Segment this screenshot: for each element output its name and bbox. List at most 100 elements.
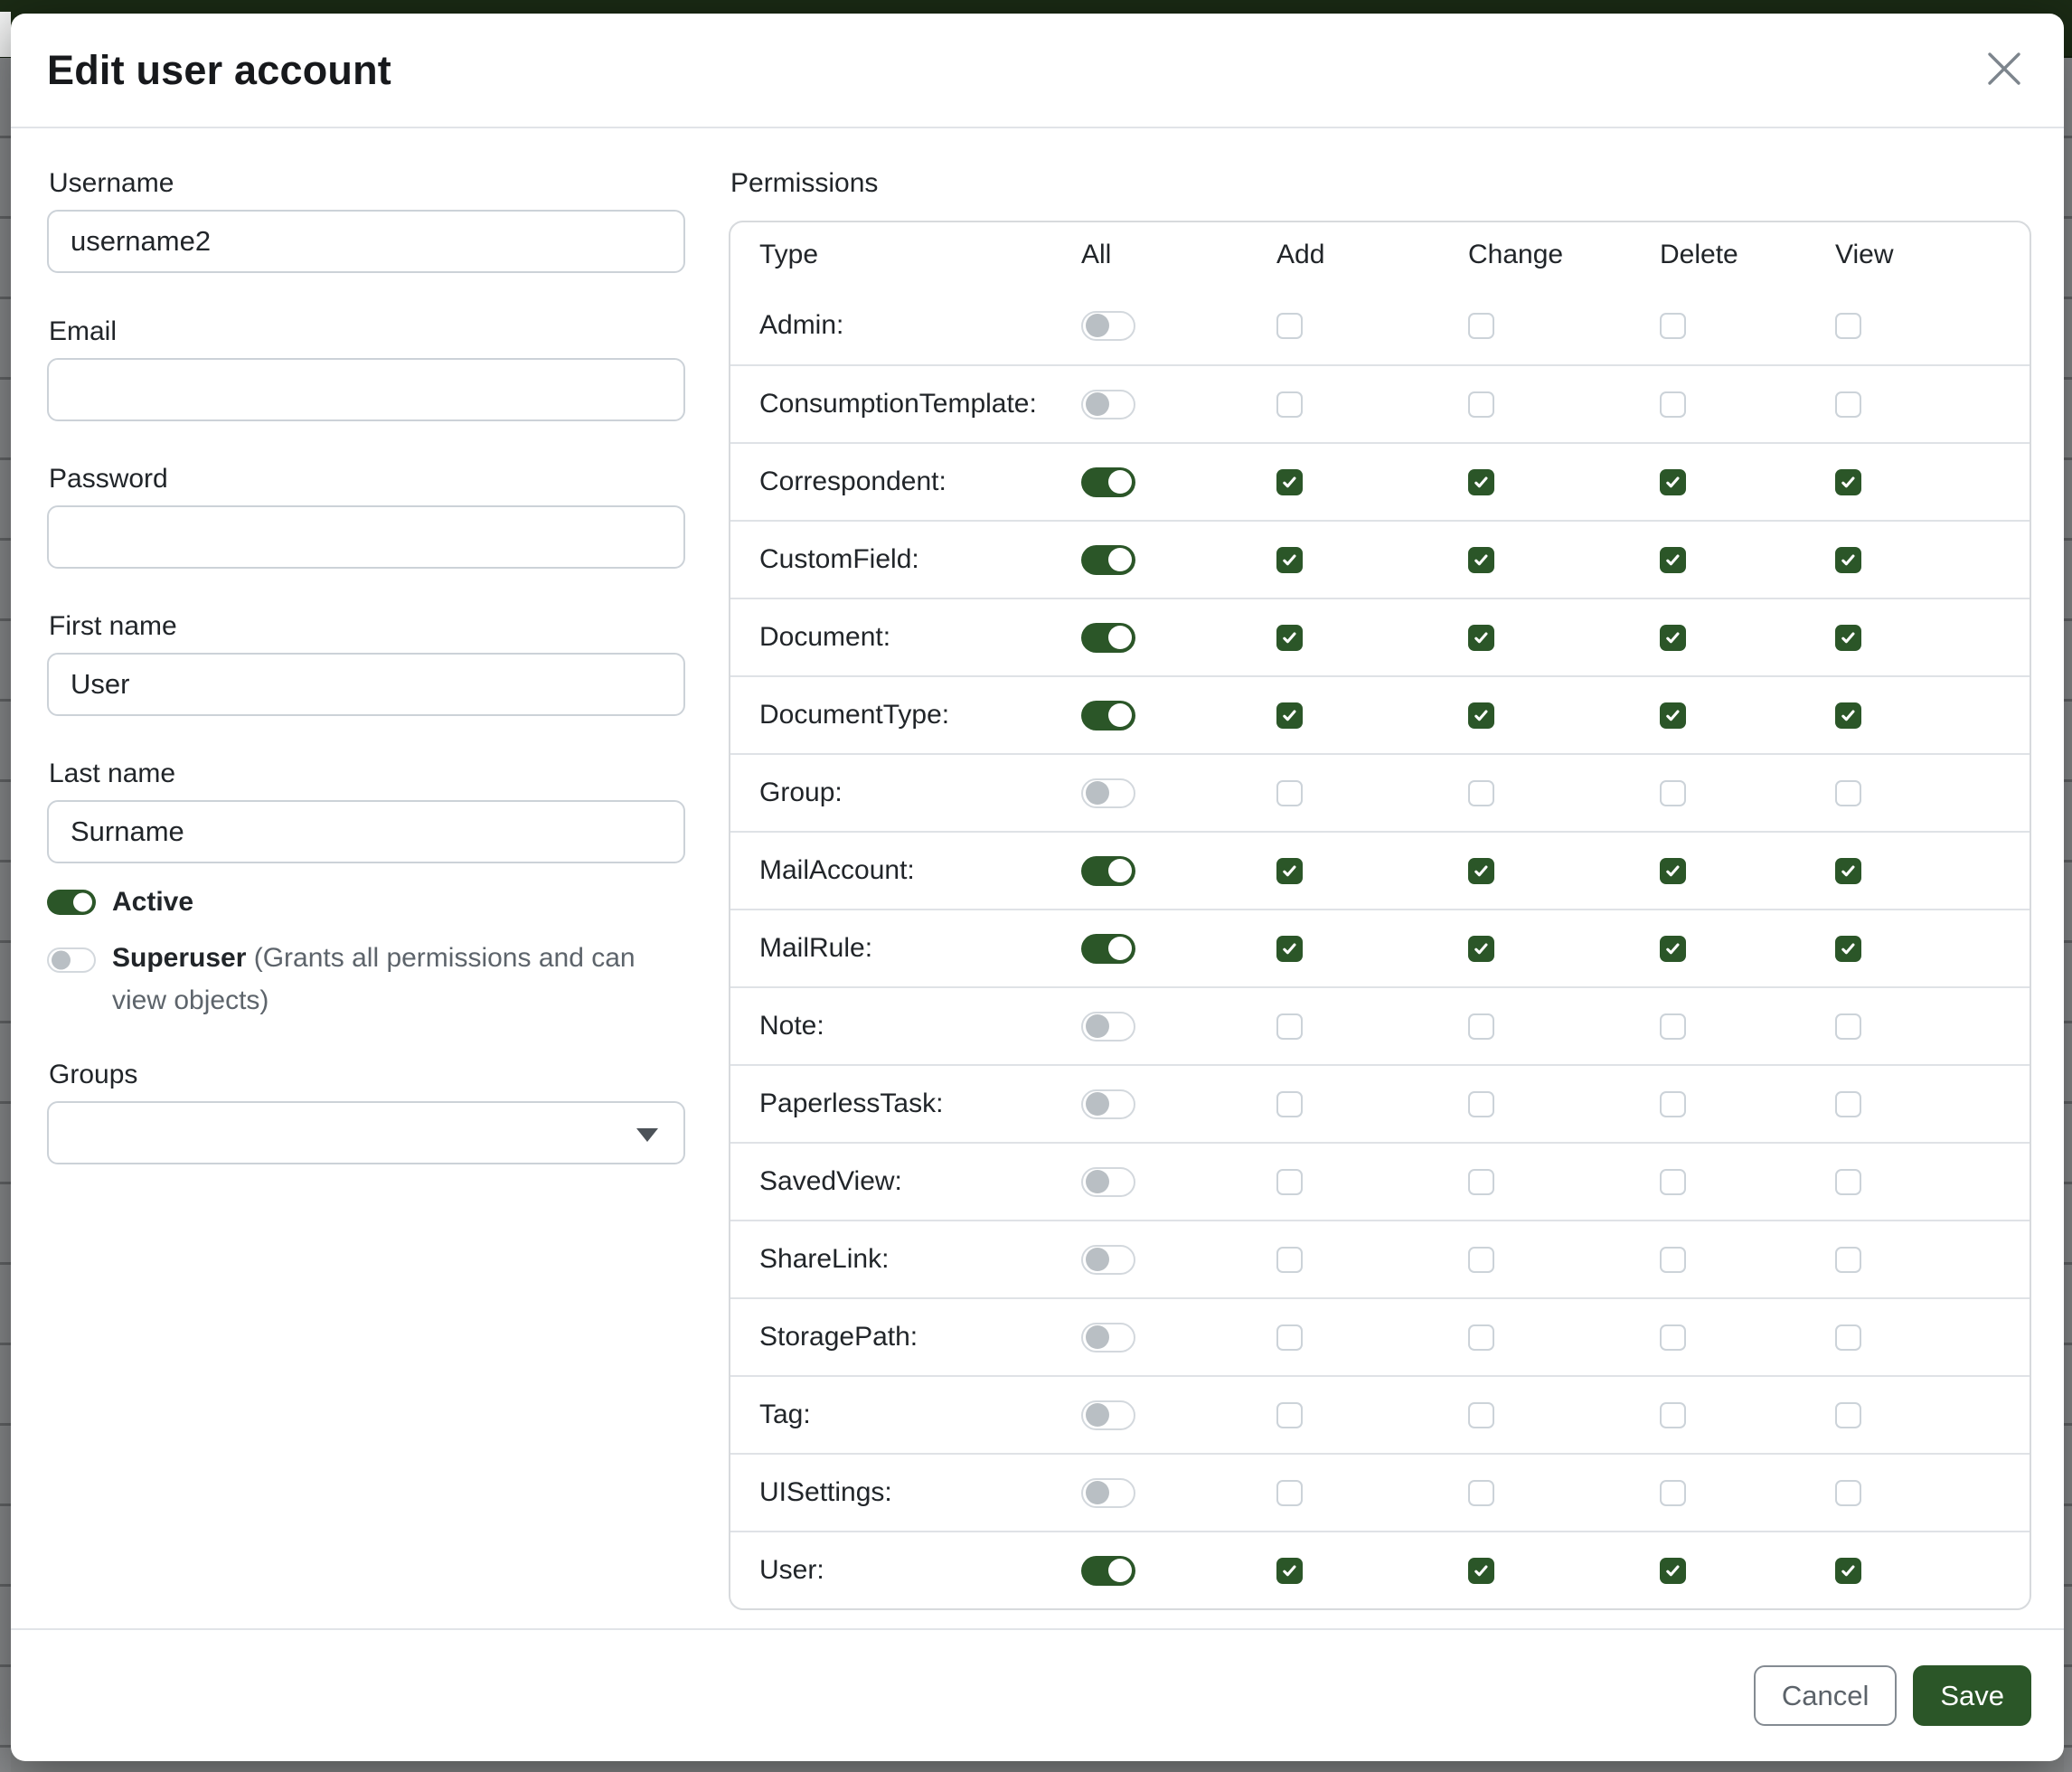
- email-input[interactable]: [47, 358, 685, 421]
- permission-all-toggle-documenttype[interactable]: [1081, 701, 1135, 730]
- permission-checkbox-add-document[interactable]: [1276, 625, 1303, 651]
- permission-checkbox-delete-paperlesstask[interactable]: [1660, 1091, 1686, 1117]
- permission-checkbox-view-group[interactable]: [1835, 780, 1861, 806]
- permission-checkbox-delete-mailaccount[interactable]: [1660, 858, 1686, 884]
- close-button[interactable]: [1977, 43, 2031, 98]
- permission-checkbox-delete-tag[interactable]: [1660, 1402, 1686, 1428]
- permission-checkbox-view-customfield[interactable]: [1835, 547, 1861, 573]
- permission-all-toggle-correspondent[interactable]: [1081, 467, 1135, 497]
- permission-all-toggle-consumptiontemplate[interactable]: [1081, 390, 1135, 419]
- permission-checkbox-add-mailaccount[interactable]: [1276, 858, 1303, 884]
- superuser-toggle[interactable]: [47, 947, 96, 973]
- permission-checkbox-change-documenttype[interactable]: [1468, 702, 1494, 729]
- permission-checkbox-delete-documenttype[interactable]: [1660, 702, 1686, 729]
- permission-all-toggle-savedview[interactable]: [1081, 1167, 1135, 1197]
- permission-checkbox-change-savedview[interactable]: [1468, 1169, 1494, 1195]
- password-input[interactable]: [47, 505, 685, 569]
- permission-checkbox-delete-group[interactable]: [1660, 780, 1686, 806]
- permission-checkbox-add-mailrule[interactable]: [1276, 936, 1303, 962]
- permission-checkbox-view-paperlesstask[interactable]: [1835, 1091, 1861, 1117]
- permission-checkbox-view-savedview[interactable]: [1835, 1169, 1861, 1195]
- permission-all-toggle-storagepath[interactable]: [1081, 1323, 1135, 1353]
- permission-all-toggle-uisettings[interactable]: [1081, 1478, 1135, 1508]
- permission-all-toggle-group[interactable]: [1081, 778, 1135, 808]
- permission-checkbox-delete-correspondent[interactable]: [1660, 469, 1686, 495]
- permission-checkbox-add-tag[interactable]: [1276, 1402, 1303, 1428]
- permission-checkbox-change-document[interactable]: [1468, 625, 1494, 651]
- permission-checkbox-add-admin[interactable]: [1276, 313, 1303, 339]
- permission-all-toggle-document[interactable]: [1081, 623, 1135, 653]
- permission-checkbox-add-paperlesstask[interactable]: [1276, 1091, 1303, 1117]
- permission-checkbox-view-document[interactable]: [1835, 625, 1861, 651]
- permission-all-toggle-admin[interactable]: [1081, 311, 1135, 341]
- permission-all-toggle-sharelink[interactable]: [1081, 1245, 1135, 1275]
- permission-checkbox-add-uisettings[interactable]: [1276, 1480, 1303, 1506]
- permission-checkbox-delete-customfield[interactable]: [1660, 547, 1686, 573]
- username-input[interactable]: [47, 210, 685, 273]
- permission-checkbox-delete-uisettings[interactable]: [1660, 1480, 1686, 1506]
- permission-checkbox-add-group[interactable]: [1276, 780, 1303, 806]
- cancel-button[interactable]: Cancel: [1754, 1665, 1898, 1726]
- permission-checkbox-delete-note[interactable]: [1660, 1013, 1686, 1040]
- permission-checkbox-view-storagepath[interactable]: [1835, 1324, 1861, 1351]
- permission-all-toggle-user[interactable]: [1081, 1556, 1135, 1586]
- permission-checkbox-change-mailrule[interactable]: [1468, 936, 1494, 962]
- permission-checkbox-delete-mailrule[interactable]: [1660, 936, 1686, 962]
- permission-checkbox-change-user[interactable]: [1468, 1558, 1494, 1584]
- permission-checkbox-delete-document[interactable]: [1660, 625, 1686, 651]
- password-field-group: Password: [47, 464, 685, 569]
- permission-checkbox-delete-consumptiontemplate[interactable]: [1660, 391, 1686, 418]
- permission-checkbox-add-documenttype[interactable]: [1276, 702, 1303, 729]
- permission-checkbox-view-uisettings[interactable]: [1835, 1480, 1861, 1506]
- permission-checkbox-change-note[interactable]: [1468, 1013, 1494, 1040]
- first-name-input[interactable]: [47, 653, 685, 716]
- permission-all-toggle-tag[interactable]: [1081, 1400, 1135, 1430]
- permission-checkbox-view-mailrule[interactable]: [1835, 936, 1861, 962]
- permission-checkbox-view-mailaccount[interactable]: [1835, 858, 1861, 884]
- permission-checkbox-view-admin[interactable]: [1835, 313, 1861, 339]
- permission-checkbox-delete-savedview[interactable]: [1660, 1169, 1686, 1195]
- permission-checkbox-change-admin[interactable]: [1468, 313, 1494, 339]
- permission-checkbox-change-mailaccount[interactable]: [1468, 858, 1494, 884]
- permission-checkbox-change-storagepath[interactable]: [1468, 1324, 1494, 1351]
- permission-checkbox-change-paperlesstask[interactable]: [1468, 1091, 1494, 1117]
- permission-checkbox-change-sharelink[interactable]: [1468, 1247, 1494, 1273]
- permission-checkbox-view-user[interactable]: [1835, 1558, 1861, 1584]
- permission-checkbox-change-correspondent[interactable]: [1468, 469, 1494, 495]
- permission-checkbox-view-correspondent[interactable]: [1835, 469, 1861, 495]
- permission-checkbox-view-documenttype[interactable]: [1835, 702, 1861, 729]
- permission-checkbox-add-consumptiontemplate[interactable]: [1276, 391, 1303, 418]
- permission-checkbox-delete-sharelink[interactable]: [1660, 1247, 1686, 1273]
- permission-checkbox-add-sharelink[interactable]: [1276, 1247, 1303, 1273]
- permission-checkbox-delete-admin[interactable]: [1660, 313, 1686, 339]
- permission-type-label: PaperlessTask:: [730, 1089, 1052, 1119]
- permission-checkbox-change-uisettings[interactable]: [1468, 1480, 1494, 1506]
- email-field-group: Email: [47, 316, 685, 421]
- save-button[interactable]: Save: [1913, 1665, 2031, 1726]
- permission-all-toggle-customfield[interactable]: [1081, 545, 1135, 575]
- permission-all-toggle-note[interactable]: [1081, 1012, 1135, 1042]
- permission-checkbox-change-group[interactable]: [1468, 780, 1494, 806]
- permission-checkbox-add-savedview[interactable]: [1276, 1169, 1303, 1195]
- active-toggle[interactable]: [47, 890, 96, 915]
- permission-checkbox-change-tag[interactable]: [1468, 1402, 1494, 1428]
- permission-checkbox-delete-storagepath[interactable]: [1660, 1324, 1686, 1351]
- groups-select[interactable]: [47, 1101, 685, 1164]
- permission-checkbox-add-correspondent[interactable]: [1276, 469, 1303, 495]
- toggle-knob: [1108, 937, 1132, 960]
- permission-checkbox-add-customfield[interactable]: [1276, 547, 1303, 573]
- permission-checkbox-view-sharelink[interactable]: [1835, 1247, 1861, 1273]
- permission-checkbox-change-consumptiontemplate[interactable]: [1468, 391, 1494, 418]
- permission-checkbox-add-user[interactable]: [1276, 1558, 1303, 1584]
- permission-checkbox-view-tag[interactable]: [1835, 1402, 1861, 1428]
- permission-checkbox-delete-user[interactable]: [1660, 1558, 1686, 1584]
- permission-checkbox-change-customfield[interactable]: [1468, 547, 1494, 573]
- permission-all-toggle-mailrule[interactable]: [1081, 934, 1135, 964]
- permission-all-toggle-paperlesstask[interactable]: [1081, 1089, 1135, 1119]
- permission-checkbox-add-note[interactable]: [1276, 1013, 1303, 1040]
- permission-all-toggle-mailaccount[interactable]: [1081, 856, 1135, 886]
- permission-checkbox-view-consumptiontemplate[interactable]: [1835, 391, 1861, 418]
- permission-checkbox-view-note[interactable]: [1835, 1013, 1861, 1040]
- permission-checkbox-add-storagepath[interactable]: [1276, 1324, 1303, 1351]
- last-name-input[interactable]: [47, 800, 685, 863]
